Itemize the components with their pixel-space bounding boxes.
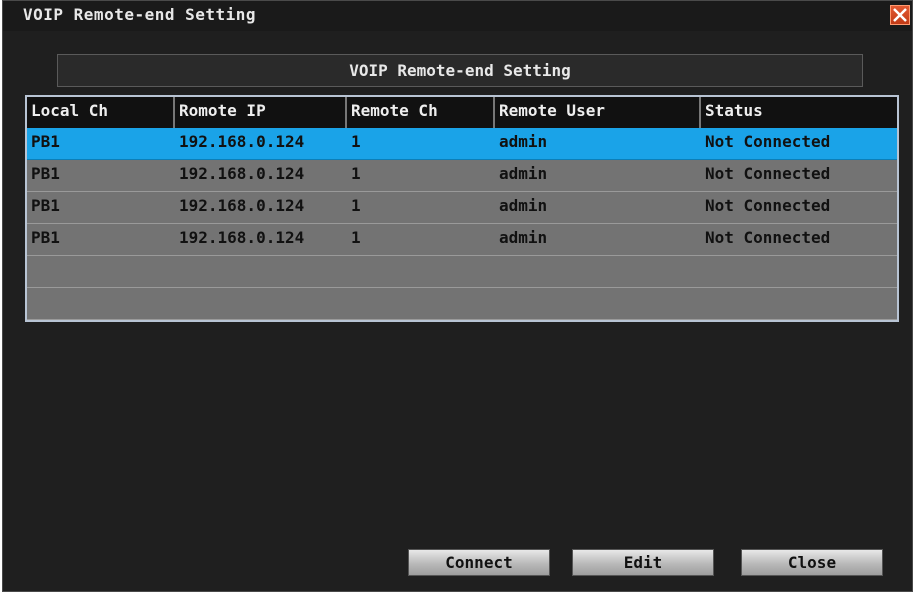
remote-end-table: Local Ch Romote IP Remote Ch Remote User…: [25, 95, 899, 322]
cell-remote-ch: 1: [351, 164, 361, 183]
connect-button[interactable]: Connect: [408, 549, 550, 576]
cell-remote-user: admin: [499, 196, 548, 215]
voip-remote-end-setting-window: VOIP Remote-end Setting VOIP Remote-end …: [2, 0, 913, 592]
cell-local-ch: PB1: [31, 164, 60, 183]
cell-local-ch: PB1: [31, 132, 60, 151]
cell-remote-ip: 192.168.0.124: [179, 132, 305, 151]
table-row-empty[interactable]: [27, 288, 897, 320]
cell-status: Not Connected: [705, 196, 831, 215]
table-row-selected[interactable]: PB1 192.168.0.124 1 admin Not Connected: [27, 128, 897, 160]
close-button[interactable]: Close: [741, 549, 883, 576]
cell-local-ch: PB1: [31, 228, 60, 247]
column-header-local-ch[interactable]: Local Ch: [27, 97, 175, 128]
close-icon[interactable]: [890, 5, 910, 25]
column-header-remote-ip[interactable]: Romote IP: [175, 97, 347, 128]
section-header: VOIP Remote-end Setting: [57, 54, 863, 87]
table-row[interactable]: PB1 192.168.0.124 1 admin Not Connected: [27, 160, 897, 192]
cell-remote-ip: 192.168.0.124: [179, 228, 305, 247]
cell-remote-ip: 192.168.0.124: [179, 196, 305, 215]
cell-status: Not Connected: [705, 228, 831, 247]
edit-button[interactable]: Edit: [572, 549, 714, 576]
cell-remote-ch: 1: [351, 196, 361, 215]
cell-status: Not Connected: [705, 132, 831, 151]
table-header: Local Ch Romote IP Remote Ch Remote User…: [27, 97, 897, 129]
column-header-status[interactable]: Status: [701, 97, 897, 128]
title-bar: VOIP Remote-end Setting: [3, 1, 912, 31]
table-row-empty[interactable]: [27, 256, 897, 288]
cell-remote-ch: 1: [351, 228, 361, 247]
table-row[interactable]: PB1 192.168.0.124 1 admin Not Connected: [27, 224, 897, 256]
cell-remote-user: admin: [499, 228, 548, 247]
column-header-remote-ch[interactable]: Remote Ch: [347, 97, 495, 128]
column-header-remote-user[interactable]: Remote User: [495, 97, 701, 128]
cell-remote-user: admin: [499, 132, 548, 151]
cell-local-ch: PB1: [31, 196, 60, 215]
cell-remote-ip: 192.168.0.124: [179, 164, 305, 183]
window-title: VOIP Remote-end Setting: [23, 5, 257, 24]
cell-remote-user: admin: [499, 164, 548, 183]
cell-status: Not Connected: [705, 164, 831, 183]
table-row[interactable]: PB1 192.168.0.124 1 admin Not Connected: [27, 192, 897, 224]
cell-remote-ch: 1: [351, 132, 361, 151]
